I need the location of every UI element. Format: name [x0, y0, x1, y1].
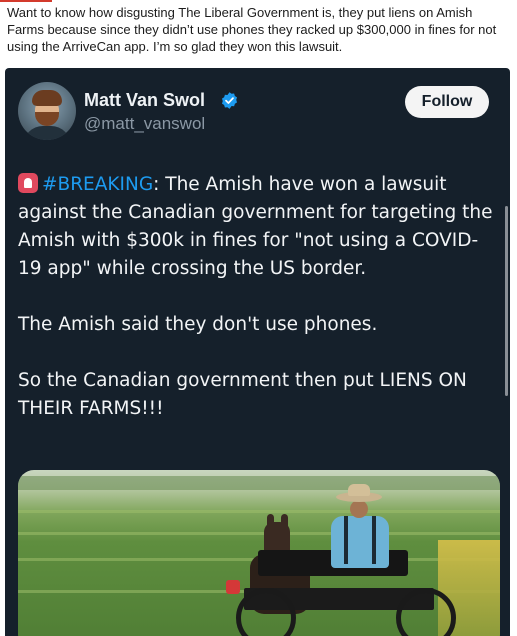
hashtag-link[interactable]: #BREAKING — [42, 174, 153, 195]
photo-crop-row — [18, 532, 500, 535]
avatar-body — [23, 126, 71, 140]
avatar[interactable] — [18, 82, 76, 140]
top-accent-bar — [0, 0, 52, 2]
photo-man-hat-crown — [348, 484, 370, 496]
photo-buggy-reflector — [226, 580, 240, 594]
photo-man-head — [350, 500, 368, 518]
tweet-paragraph-3: So the Canadian government then put LIEN… — [18, 370, 467, 419]
post-caption: Want to know how disgusting The Liberal … — [7, 5, 497, 54]
embedded-tweet[interactable]: Matt Van Swol @matt_vanswol Follow #BREA… — [5, 68, 510, 636]
avatar-beard — [35, 112, 59, 126]
scrollbar-thumb[interactable] — [505, 206, 508, 396]
photo-crop-row — [18, 510, 500, 513]
tweet-text: #BREAKING: The Amish have won a lawsuit … — [18, 171, 500, 423]
tweet-photo[interactable] — [18, 470, 500, 636]
photo-tree-line — [18, 476, 500, 490]
photo-man-shirt — [331, 516, 389, 568]
photo-suspender — [372, 516, 376, 564]
author-name[interactable]: Matt Van Swol — [84, 90, 205, 111]
verified-badge-icon — [221, 92, 238, 109]
tweet-paragraph-2: The Amish said they don't use phones. — [18, 314, 378, 335]
tweet-paragraph-1: #BREAKING: The Amish have won a lawsuit … — [18, 171, 500, 283]
follow-button[interactable]: Follow — [405, 86, 489, 118]
police-light-icon — [18, 173, 38, 193]
avatar-hair — [32, 90, 62, 106]
author-handle[interactable]: @matt_vanswol — [84, 114, 205, 134]
photo-suspender — [344, 516, 348, 564]
